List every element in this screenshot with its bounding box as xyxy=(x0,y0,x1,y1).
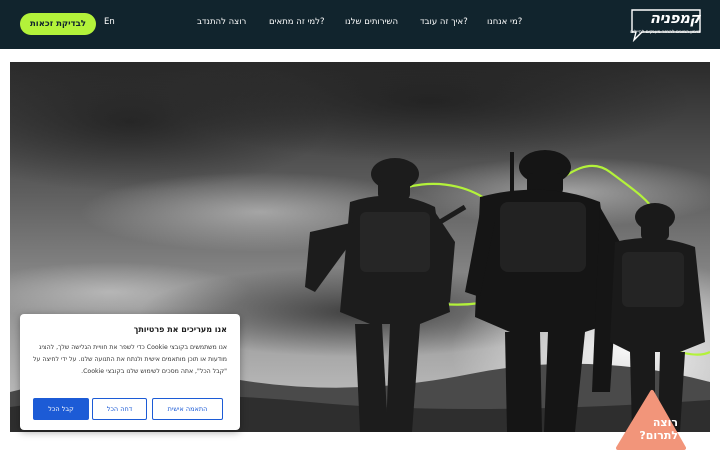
site-logo[interactable]: קמפניה מימון המונים להחזר מענקים לחיילים xyxy=(628,8,704,42)
site-header: לבדיקת זכאות En רוצה להתנדב למי זה מתאים… xyxy=(0,0,720,49)
nav-our-services[interactable]: השירותים שלנו xyxy=(345,17,398,27)
nav-how-it-works[interactable]: איך זה עובד? xyxy=(420,17,468,27)
donate-label: רוצה לתרום? xyxy=(639,416,678,442)
language-switch[interactable]: En xyxy=(104,17,115,27)
cookie-consent-dialog: אנו מעריכים את פרטיותך אנו משתמשים בקובצ… xyxy=(20,314,240,430)
nav-about-us[interactable]: מי אנחנו? xyxy=(487,17,522,27)
nav-volunteer[interactable]: רוצה להתנדב xyxy=(197,17,246,27)
page: לבדיקת זכאות En רוצה להתנדב למי זה מתאים… xyxy=(0,0,720,450)
cookie-title: אנו מעריכים את פרטיותך xyxy=(133,325,227,334)
cookie-customize-button[interactable]: התאמה אישית xyxy=(152,398,223,420)
cookie-reject-all-button[interactable]: דחה הכל xyxy=(92,398,147,420)
donate-badge-button[interactable]: רוצה לתרום? xyxy=(614,388,686,450)
donate-label-line1: רוצה xyxy=(652,416,678,429)
nav-who-is-it-for[interactable]: למי זה מתאים? xyxy=(269,17,325,27)
eligibility-check-button[interactable]: לבדיקת זכאות xyxy=(20,13,96,35)
donate-label-line2: לתרום? xyxy=(639,429,678,442)
cookie-accept-all-button[interactable]: קבל הכל xyxy=(33,398,89,420)
logo-wordmark: קמפניה xyxy=(649,9,701,27)
cookie-description: אנו משתמשים בקובצי Cookie כדי לשפר את חו… xyxy=(33,344,227,376)
logo-tagline: מימון המונים להחזר מענקים לחיילים xyxy=(630,30,700,35)
